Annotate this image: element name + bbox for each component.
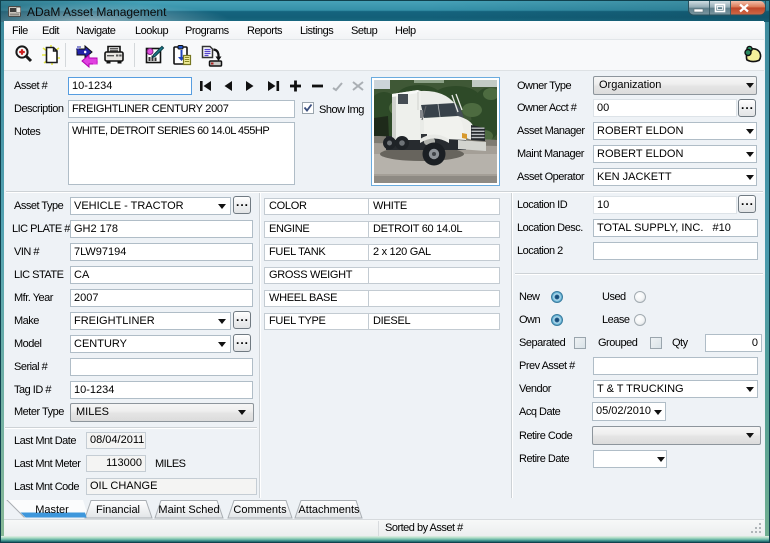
svg-text:Financial: Financial bbox=[96, 504, 140, 516]
svg-text:Maint Sched: Maint Sched bbox=[158, 504, 219, 516]
svg-text:Comments: Comments bbox=[233, 504, 287, 516]
svg-text:Master: Master bbox=[35, 504, 69, 516]
svg-text:Attachments: Attachments bbox=[298, 504, 360, 516]
